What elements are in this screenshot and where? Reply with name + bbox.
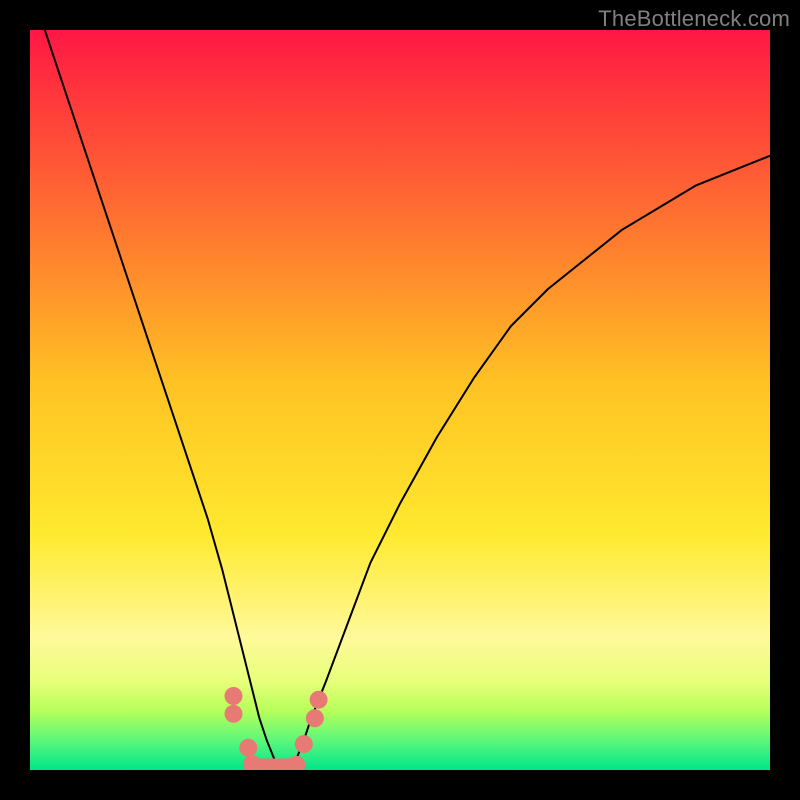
gradient-background bbox=[30, 30, 770, 770]
watermark-text: TheBottleneck.com bbox=[598, 6, 790, 32]
chart-frame: TheBottleneck.com bbox=[0, 0, 800, 800]
bottleneck-chart bbox=[0, 0, 800, 800]
marker-dot bbox=[239, 739, 257, 757]
marker-dot bbox=[225, 687, 243, 705]
marker-dot bbox=[310, 691, 328, 709]
marker-dot bbox=[306, 709, 324, 727]
marker-dot bbox=[295, 735, 313, 753]
marker-dot bbox=[225, 705, 243, 723]
